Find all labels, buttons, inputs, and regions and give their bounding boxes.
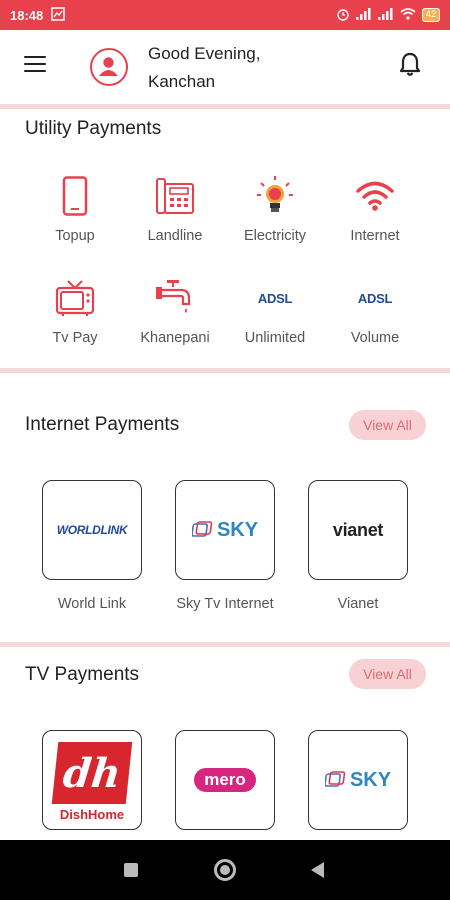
recent-apps-button[interactable] <box>124 863 138 877</box>
utility-item-label: Landline <box>147 228 203 244</box>
utility-item-internet[interactable]: Internet <box>325 175 425 244</box>
sky-logo-icon <box>324 770 347 790</box>
wifi-status-icon <box>400 7 416 23</box>
tv-view-all-button[interactable]: View All <box>349 659 426 689</box>
alarm-icon <box>336 7 350 24</box>
utility-item-label: Unlimited <box>244 330 306 346</box>
adsl-text: ADSL <box>357 290 393 306</box>
utility-item-label: Tv Pay <box>52 330 98 346</box>
provider-label: Vianet <box>337 596 379 612</box>
worldlink-logo: WORLDLINK <box>56 523 128 537</box>
utility-title: Utility Payments <box>25 118 162 139</box>
avatar[interactable] <box>90 48 128 86</box>
internet-title: Internet Payments <box>25 414 180 435</box>
provider-tile-vianet[interactable]: vianet <box>308 480 408 580</box>
tv-title: TV Payments <box>25 664 140 685</box>
dishhome-logo-mark-text: dh <box>60 749 124 797</box>
lightbulb-icon <box>225 175 325 217</box>
section-divider <box>0 104 450 109</box>
provider-label: World Link <box>57 596 127 612</box>
landline-phone-icon <box>125 175 225 217</box>
sky-logo: SKY <box>349 768 392 791</box>
system-nav-bar <box>0 840 450 900</box>
provider-tile-mero[interactable]: mero <box>175 730 275 830</box>
adsl-icon: ADSL <box>225 277 325 319</box>
provider-tile-sky[interactable]: SKY <box>175 480 275 580</box>
provider-tile-sky-tv[interactable]: SKY <box>308 730 408 830</box>
back-button[interactable] <box>311 862 324 878</box>
sky-logo-icon <box>191 520 214 540</box>
tv-icon <box>25 277 125 319</box>
status-time: 18:48 <box>10 7 44 23</box>
utility-item-label: Khanepani <box>140 330 210 346</box>
bell-icon[interactable] <box>398 52 422 83</box>
water-tap-icon <box>125 277 225 319</box>
utility-item-unlimited[interactable]: ADSL Unlimited <box>225 277 325 347</box>
utility-item-label: Internet <box>350 228 400 244</box>
adsl-icon: ADSL <box>325 277 425 319</box>
utility-item-landline[interactable]: Landline <box>125 175 225 244</box>
mero-logo: mero <box>194 768 256 792</box>
adsl-text: ADSL <box>257 290 293 306</box>
sky-logo: SKY <box>216 518 259 541</box>
battery-icon: 42 <box>421 8 440 22</box>
section-divider <box>0 368 450 373</box>
wifi-icon <box>325 175 425 217</box>
utility-item-label: Electricity <box>243 228 307 244</box>
dishhome-logo: DishHome <box>59 807 125 822</box>
utility-item-volume[interactable]: ADSL Volume <box>325 277 425 347</box>
vianet-logo: vianet <box>332 519 384 540</box>
user-name: Kanchan <box>148 72 216 91</box>
signal-icon <box>377 7 394 23</box>
utility-item-electricity[interactable]: Electricity <box>225 175 325 244</box>
internet-view-all-button[interactable]: View All <box>349 410 426 440</box>
menu-icon[interactable] <box>24 56 46 73</box>
provider-label: Sky Tv Internet <box>176 596 274 612</box>
greeting: Good Evening, Kanchan <box>148 40 260 96</box>
utility-item-tv-pay[interactable]: Tv Pay <box>25 277 125 346</box>
dishhome-logo-mark: dh <box>51 742 133 804</box>
utility-item-topup[interactable]: Topup <box>25 175 125 244</box>
greeting-text: Good Evening, <box>148 44 261 63</box>
gallery-notification-icon <box>51 6 65 24</box>
utility-item-label: Volume <box>350 330 400 346</box>
section-divider <box>0 642 450 647</box>
status-bar: 18:48 42 <box>0 0 450 30</box>
utility-item-khanepani[interactable]: Khanepani <box>125 277 225 346</box>
signal-icon <box>355 7 372 23</box>
provider-tile-worldlink[interactable]: WORLDLINK <box>42 480 142 580</box>
mobile-phone-icon <box>25 175 125 217</box>
utility-item-label: Topup <box>55 228 95 244</box>
app-header: Good Evening, Kanchan <box>0 30 450 104</box>
provider-tile-dishhome[interactable]: dh DishHome <box>42 730 142 830</box>
home-button[interactable] <box>214 859 236 881</box>
